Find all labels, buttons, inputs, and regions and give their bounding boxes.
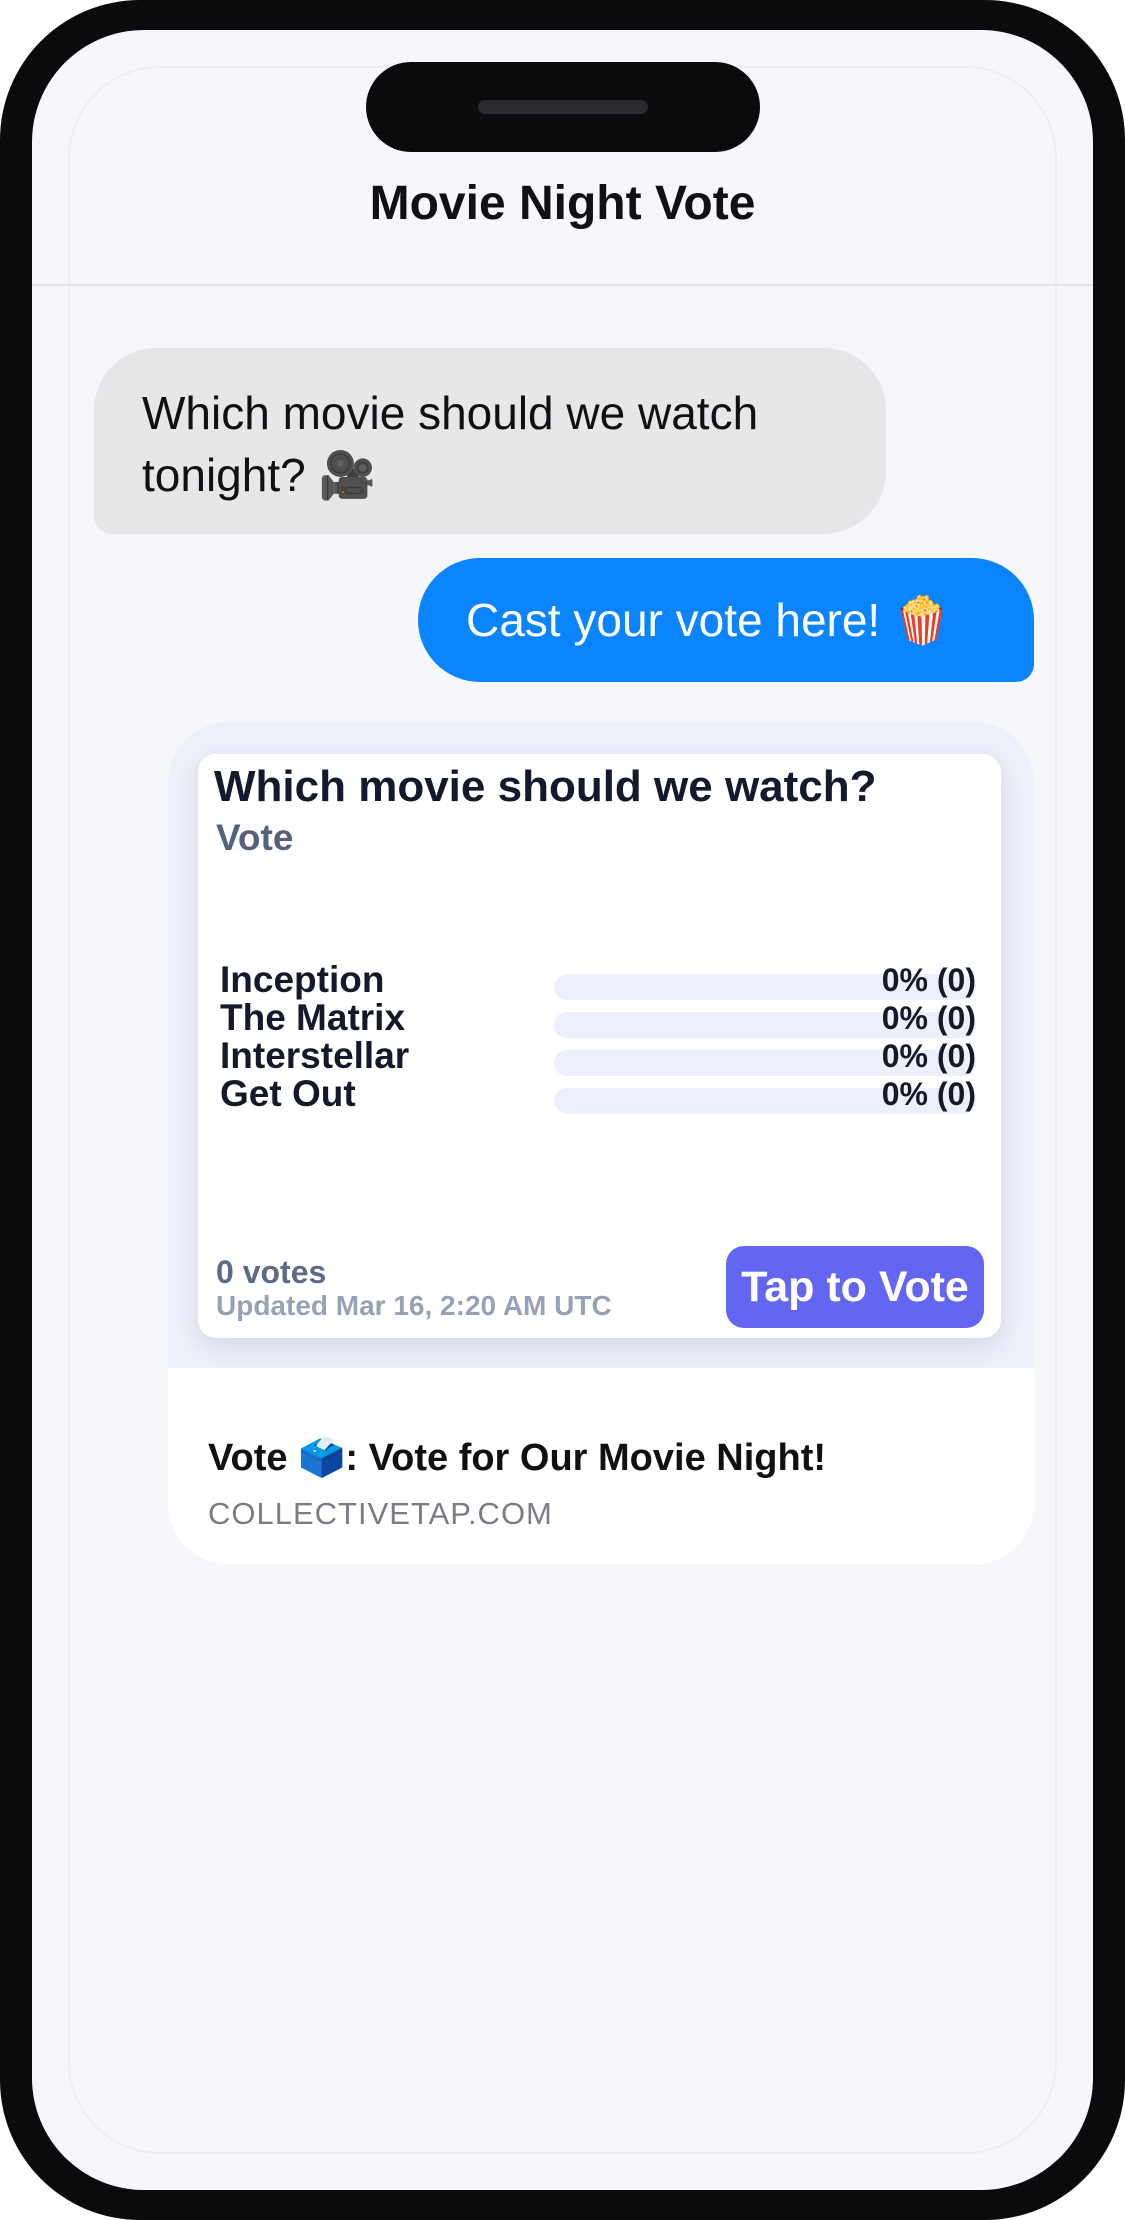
poll-option-label: Get Out [220,1073,356,1114]
conversation-title: Movie Night Vote [369,177,756,230]
outgoing-message-bubble[interactable]: Cast your vote here! 🍿 [418,558,1034,682]
speaker-grille [478,100,648,114]
phone-frame: Movie Night Vote Which movie should we w… [0,0,1125,2220]
incoming-message-bubble[interactable]: Which movie should we watch tonight? 🎥 [94,348,886,534]
dynamic-island [366,62,760,152]
screen: Movie Night Vote Which movie should we w… [32,30,1093,2190]
link-preview-card[interactable]: Which movie should we watch? Vote Incept… [168,722,1034,1564]
updated-timestamp: Updated Mar 16, 2:20 AM UTC [216,1290,612,1321]
vote-count: 0 votes [216,1254,327,1290]
poll-title: Which movie should we watch? [214,762,877,811]
poll-card: Which movie should we watch? Vote Incept… [198,754,1001,1338]
link-preview-image: Which movie should we watch? Vote Incept… [168,722,1034,1368]
link-title: Vote 🗳️: Vote for Our Movie Night! [208,1437,827,1479]
tap-to-vote-button[interactable]: Tap to Vote [726,1246,984,1328]
poll-option-result: 0% (0) [881,1076,976,1112]
poll-subtitle: Vote [216,817,294,858]
link-domain: COLLECTIVETAP.COM [208,1496,553,1531]
header-divider [32,284,1093,286]
poll-option: Get Out 0% (0) [220,1070,976,1118]
